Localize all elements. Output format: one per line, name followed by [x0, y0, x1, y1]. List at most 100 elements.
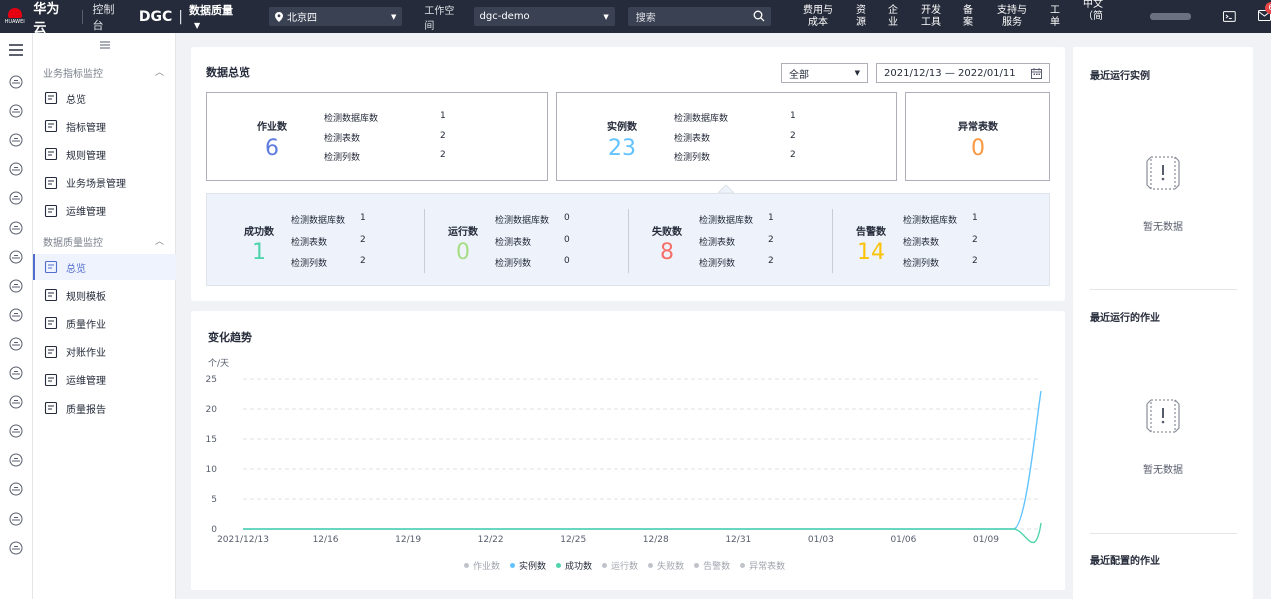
- legend-item[interactable]: 成功数: [556, 559, 592, 572]
- huawei-logo[interactable]: HUAWEI: [0, 0, 29, 33]
- scene-doc-icon: [44, 176, 58, 189]
- legend-dot: [556, 563, 562, 568]
- top-nav-item[interactable]: 备案: [953, 5, 983, 29]
- y-tick-label: 5: [211, 495, 217, 505]
- trend-chart[interactable]: 个/天 0 5 10 15 20 25 2021/12/13 12/16 12/19 12/22 12…: [191, 351, 1065, 551]
- detail-value: 2: [440, 150, 446, 160]
- sidebar-item-group2_items-2[interactable]: 质量作业: [33, 310, 176, 336]
- legend-item[interactable]: 异常表数: [740, 559, 785, 572]
- recent-jobs-title: 最近运行的作业: [1090, 313, 1160, 324]
- detail-value: 2: [790, 130, 796, 141]
- top-nav-line2: 服务: [1002, 16, 1022, 28]
- top-bar: HUAWEI 华为云 控制台 DGC | 数据质量 ▼ 北京四 ▼ 工作空间 dg…: [0, 0, 1271, 36]
- sidebar-item-group1_items-0[interactable]: 总览: [33, 85, 176, 111]
- search-placeholder: 搜索: [635, 13, 656, 24]
- detail-value: 0: [564, 256, 570, 266]
- module-menu[interactable]: 数据质量 ▼: [189, 2, 243, 31]
- console-link[interactable]: 控制台: [93, 1, 125, 33]
- abnormal-stat-box[interactable]: 异常表数 0: [905, 92, 1050, 181]
- breakdown-count: 14: [857, 240, 885, 265]
- breakdown-group[interactable]: 失败数 8 检测数据库数 1 检测表数 2 检测列数 2: [615, 194, 819, 287]
- dns-icon[interactable]: [8, 423, 24, 439]
- top-nav-line2: 业: [888, 16, 898, 28]
- notification-button[interactable]: 6: [1258, 1, 1271, 24]
- jobs-stat-box[interactable]: 作业数 6 检测数据库数 1 检测表数 2 检测列数 2: [206, 92, 548, 181]
- top-nav-item[interactable]: 支持与 服务: [983, 5, 1041, 29]
- sidebar-item-group1_items-3[interactable]: 业务场景管理: [33, 170, 176, 196]
- search-icon[interactable]: [753, 10, 765, 22]
- product-name[interactable]: DGC: [139, 9, 172, 25]
- breakdown-group[interactable]: 告警数 14 检测数据库数 1 检测表数 2 检测列数 2: [819, 194, 1023, 287]
- cloud-upload-icon[interactable]: [8, 249, 24, 265]
- logo-text: HUAWEI: [4, 19, 25, 25]
- warehouse-icon[interactable]: [8, 540, 24, 556]
- language-switch[interactable]: 中文（简 体）: [1083, 0, 1122, 35]
- trend-card: 变化趋势 个/天 0 5 10 15 20 25 2021/12/13 12/16 12/19 12…: [191, 311, 1065, 590]
- top-nav-item[interactable]: 企业: [877, 5, 909, 29]
- sidebar-item-group2_items-1[interactable]: 规则模板: [33, 282, 176, 308]
- group-business-metrics[interactable]: 业务指标监控 ︿: [43, 65, 168, 80]
- legend-item[interactable]: 作业数: [464, 559, 500, 572]
- top-nav-item[interactable]: 费用与 成本: [791, 5, 845, 29]
- breakdown-group[interactable]: 成功数 1 检测数据库数 1 检测表数 2 检测列数 2: [207, 194, 411, 287]
- date-range-picker[interactable]: 2021/12/13 — 2022/01/11: [876, 63, 1050, 83]
- sun-settings-icon[interactable]: [8, 481, 24, 497]
- globe-icon[interactable]: [8, 394, 24, 410]
- terminal-icon[interactable]: [1223, 11, 1236, 22]
- jobs-label: 作业数: [257, 122, 287, 133]
- cloud-sync-icon[interactable]: [8, 278, 24, 294]
- user-account[interactable]: [1150, 13, 1192, 20]
- sidebar-item-label: 运维管理: [66, 376, 106, 388]
- cloud-icon[interactable]: [8, 220, 24, 236]
- top-nav-item[interactable]: 资源: [845, 5, 877, 29]
- instances-stat-box[interactable]: 实例数 23 检测数据库数 1 检测表数 2 检测列数 2: [556, 92, 897, 181]
- job-filter-select[interactable]: 全部 ▼: [781, 63, 868, 83]
- sidebar-item-label: 总览: [66, 263, 86, 275]
- cluster-icon[interactable]: [8, 365, 24, 381]
- legend-item[interactable]: 告警数: [694, 559, 730, 572]
- legend-label: 作业数: [473, 562, 501, 572]
- gauge-icon[interactable]: [8, 336, 24, 352]
- cloud-database-icon[interactable]: [8, 132, 24, 148]
- top-nav-item[interactable]: 开发 工具: [909, 5, 953, 29]
- detail-value: 2: [790, 150, 796, 160]
- sidebar-item-group1_items-4[interactable]: 运维管理: [33, 198, 176, 224]
- legend-item[interactable]: 运行数: [602, 559, 638, 572]
- storage-icon[interactable]: [8, 190, 24, 206]
- sidebar-item-group1_items-2[interactable]: 规则管理: [33, 141, 176, 167]
- anchor-icon[interactable]: [8, 307, 24, 323]
- cloud-server-icon[interactable]: [8, 74, 24, 90]
- top-nav-line1: 开发: [921, 4, 941, 16]
- detail-value: 1: [972, 213, 978, 223]
- region-select[interactable]: 北京四 ▼: [268, 7, 403, 26]
- cloud-service-icon[interactable]: [8, 103, 24, 119]
- top-nav-line2: 源: [856, 16, 866, 28]
- detail-key: 检测列数: [699, 259, 736, 269]
- recent-instances-title: 最近运行实例: [1090, 71, 1150, 82]
- search-data-icon[interactable]: [8, 511, 24, 527]
- y-tick-label: 20: [206, 405, 218, 415]
- group-data-quality[interactable]: 数据质量监控 ︿: [43, 234, 168, 249]
- top-nav-item[interactable]: 工单: [1041, 5, 1069, 29]
- date-range-value: 2021/12/13 — 2022/01/11: [884, 67, 1016, 79]
- workspace-select[interactable]: dgc-demo ▼: [473, 7, 615, 26]
- hamburger-menu-icon[interactable]: [8, 42, 24, 58]
- sidebar-item-group2_items-0[interactable]: 总览: [33, 254, 176, 280]
- legend-item[interactable]: 实例数: [510, 559, 546, 572]
- detail-key: 检测数据库数: [903, 216, 958, 226]
- sidebar-item-label: 规则模板: [66, 291, 106, 303]
- shield-icon[interactable]: [8, 452, 24, 468]
- detail-value: 2: [440, 130, 446, 141]
- breakdown-group[interactable]: 运行数 0 检测数据库数 0 检测表数 0 检测列数 0: [411, 194, 615, 287]
- global-search[interactable]: 搜索: [627, 7, 771, 26]
- sidebar-item-group2_items-5[interactable]: 质量报告: [33, 395, 176, 421]
- sidebar-item-group1_items-1[interactable]: 指标管理: [33, 113, 176, 139]
- collapse-menu-icon[interactable]: [100, 41, 110, 49]
- sidebar: 业务指标监控 ︿ 总览 指标管理 规则管理 业务场景管理 运维管理 数据质量监控 ︿ 总览规…: [33, 33, 176, 599]
- sidebar-item-group2_items-3[interactable]: 对账作业: [33, 339, 176, 365]
- sidebar-item-group2_items-4[interactable]: 运维管理: [33, 367, 176, 393]
- brand-name[interactable]: 华为云: [33, 0, 71, 36]
- quality-job-icon: [44, 317, 58, 330]
- dlf-icon[interactable]: [8, 161, 24, 177]
- legend-item[interactable]: 失败数: [648, 559, 684, 572]
